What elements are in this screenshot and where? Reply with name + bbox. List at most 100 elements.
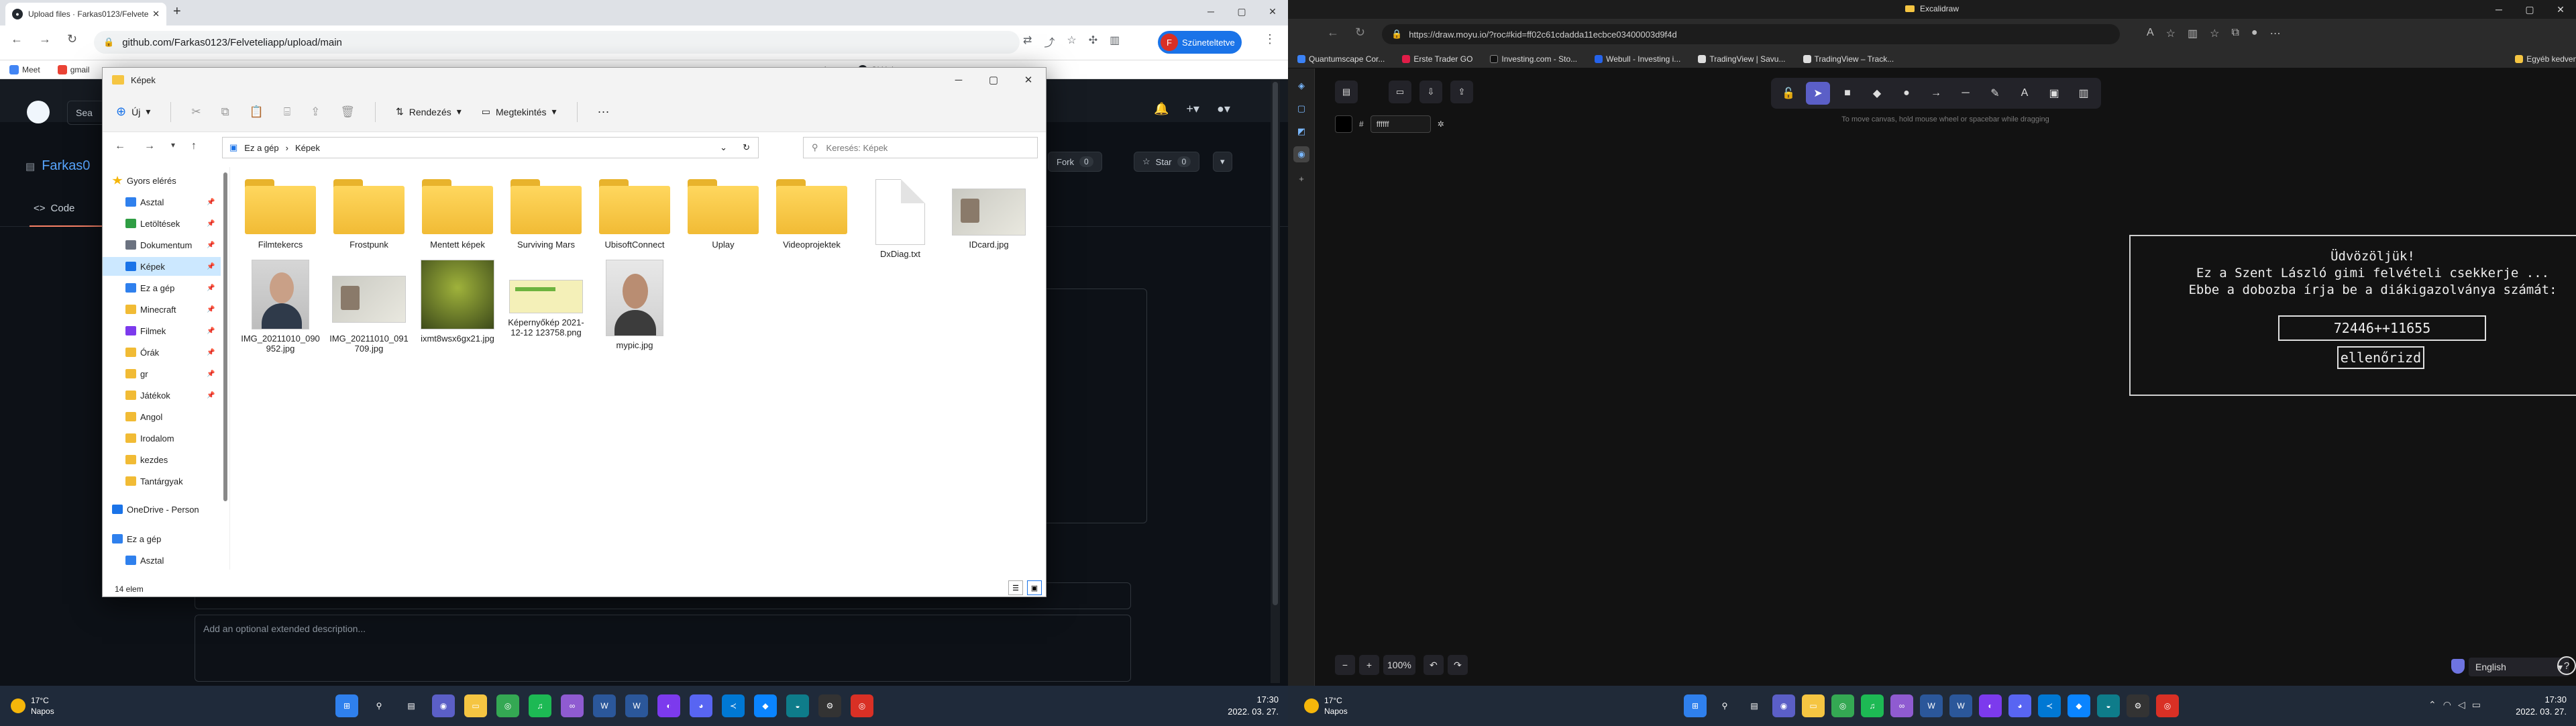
minimize-icon[interactable]: ─ [1195, 0, 1226, 23]
search-icon[interactable]: ⚲ [1713, 694, 1736, 717]
tiles-view-icon[interactable]: ▣ [1027, 580, 1042, 595]
collections-icon[interactable]: ⧉ [2231, 27, 2239, 40]
more-button[interactable]: ··· [598, 105, 610, 119]
sidebar-item[interactable]: Játékok 📌 [103, 386, 221, 405]
star-dropdown[interactable]: ▾ [1213, 152, 1232, 172]
sidebar-item[interactable]: Minecraft 📌 [103, 300, 221, 319]
minimize-icon[interactable]: ─ [2483, 0, 2514, 19]
bookmark-item[interactable]: gmail [57, 64, 89, 74]
lock-tool-icon[interactable]: 🔓 [1776, 82, 1801, 105]
sidebar-item[interactable]: Angol [103, 407, 221, 426]
chrome-icon[interactable]: ◎ [1831, 694, 1854, 717]
pin-icon[interactable]: 📌 [207, 306, 215, 313]
share-icon[interactable]: ⤴ [1044, 34, 1055, 50]
chat-icon[interactable]: ◉ [1772, 694, 1795, 717]
ellipse-tool-icon[interactable]: ● [1894, 82, 1919, 105]
pencil-tool-icon[interactable]: ✎ [1983, 82, 2007, 105]
word-icon[interactable]: W [1920, 694, 1943, 717]
help-icon[interactable]: ? [2557, 656, 2576, 675]
fork-button[interactable]: Fork 0 [1048, 152, 1102, 172]
chrome-profile-icon[interactable]: ◎ [2156, 694, 2179, 717]
view-button[interactable]: ▭ Megtekintés ▾ [482, 106, 557, 117]
sidebar-icon[interactable]: ◉ [1293, 146, 1309, 162]
app-icon[interactable]: ◐ [1979, 694, 2002, 717]
search-icon[interactable]: ⚲ [368, 694, 390, 717]
sidebar-item[interactable]: Ez a gép 📌 [103, 278, 221, 297]
discord-icon[interactable]: ◕ [2008, 694, 2031, 717]
paste-icon[interactable]: 📋 [250, 105, 264, 119]
browser-tab[interactable]: ● Upload files · Farkas0123/Felvetel... … [5, 3, 166, 25]
forward-icon[interactable]: → [144, 140, 155, 152]
checker-frame[interactable]: Üdvözöljük! Ez a Szent László gimi felvé… [2129, 235, 2576, 396]
extensions-icon[interactable]: ✣ [1089, 34, 1097, 50]
forward-icon[interactable]: → [39, 32, 51, 46]
maximize-icon[interactable]: ▢ [2514, 0, 2545, 19]
zoom-in-icon[interactable]: + [1359, 655, 1379, 675]
close-window-icon[interactable]: ✕ [2545, 0, 2576, 19]
profile-icon[interactable]: ● [2251, 27, 2258, 40]
chrome-icon[interactable]: ◎ [496, 694, 519, 717]
vscode-icon[interactable]: ≺ [2038, 694, 2061, 717]
edge-icon[interactable]: ◒ [2097, 694, 2120, 717]
refresh-icon[interactable]: ↻ [743, 142, 750, 153]
pin-icon[interactable]: 📌 [207, 327, 215, 335]
address-bar[interactable]: 🔒 https://draw.moyu.io/?roc#kid=ff02c61c… [1382, 24, 2120, 44]
library-icon[interactable]: ▥ [2072, 82, 2096, 105]
explorer-search[interactable]: ⚲ Keresés: Képek [803, 137, 1038, 158]
app-icon-2[interactable]: ◆ [754, 694, 777, 717]
sidebar-item[interactable]: Asztal [103, 551, 221, 570]
github-search[interactable]: Sea [67, 101, 107, 125]
copy-icon[interactable]: ⧉ [221, 105, 229, 119]
breadcrumb-item[interactable]: Képek [295, 143, 320, 153]
breadcrumb-item[interactable]: Ez a gép [244, 143, 278, 153]
close-tab-icon[interactable]: ✕ [152, 9, 160, 19]
file-item[interactable]: Frostpunk [325, 179, 413, 250]
file-explorer-icon[interactable]: ▭ [464, 694, 487, 717]
scrollbar-thumb[interactable] [1273, 82, 1278, 605]
word-icon-2[interactable]: W [625, 694, 648, 717]
pin-icon[interactable]: 📌 [207, 220, 215, 227]
add-icon[interactable]: + [1293, 170, 1309, 187]
rectangle-tool-icon[interactable]: ■ [1835, 82, 1860, 105]
close-window-icon[interactable]: ✕ [1011, 68, 1046, 92]
word-icon[interactable]: W [593, 694, 616, 717]
cut-icon[interactable]: ✂ [191, 105, 201, 119]
chrome-profile-icon[interactable]: ◎ [851, 694, 873, 717]
favorite-item[interactable]: Quantumscape Cor... [1297, 54, 1385, 64]
settings-icon[interactable]: ⚙ [2127, 694, 2149, 717]
reload-icon[interactable]: ↻ [1355, 25, 1365, 40]
excalidraw-canvas[interactable]: ▤ ▭ ⇩ ⇪ 🔓 ➤ ■ ◆ ● → ─ ✎ A ▣ ▥ To move ca… [1315, 68, 2576, 686]
palette-icon[interactable]: ✲ [1438, 119, 1444, 129]
share-icon[interactable]: ⇪ [311, 105, 320, 119]
new-button[interactable]: ⊕ Új ▾ [116, 105, 150, 119]
file-item[interactable]: Mentett képek [414, 179, 501, 250]
file-item[interactable]: IMG_20211010_091709.jpg [325, 260, 413, 354]
taskbar-clock[interactable]: 17:30 2022. 03. 27. [1228, 694, 1279, 718]
sidebar-item[interactable]: gr 📌 [103, 364, 221, 383]
profile-chip[interactable]: F Szüneteltetve [1158, 31, 1242, 54]
file-item[interactable]: UbisoftConnect [591, 179, 678, 250]
spotify-icon[interactable]: ♫ [529, 694, 551, 717]
sidebar-item[interactable]: Filmek 📌 [103, 321, 221, 340]
reload-icon[interactable]: ↻ [67, 32, 77, 46]
save-icon[interactable]: ⇩ [1419, 81, 1442, 103]
export-icon[interactable]: ⇪ [1450, 81, 1473, 103]
file-item[interactable]: Surviving Mars [502, 179, 590, 250]
file-item[interactable]: Uplay [680, 179, 767, 250]
edge-icon[interactable]: ◒ [786, 694, 809, 717]
open-icon[interactable]: ▭ [1389, 81, 1411, 103]
arrow-tool-icon[interactable]: → [1924, 82, 1948, 105]
details-view-icon[interactable]: ☰ [1008, 580, 1023, 595]
file-explorer-icon[interactable]: ▭ [1802, 694, 1825, 717]
chat-icon[interactable]: ◉ [432, 694, 455, 717]
translate-icon[interactable]: ⇄ [1023, 34, 1032, 50]
plus-icon[interactable]: +▾ [1186, 102, 1199, 116]
split-icon[interactable]: ▥ [2188, 27, 2198, 40]
file-item[interactable]: IMG_20211010_090952.jpg [237, 260, 324, 354]
bell-icon[interactable]: 🔔 [1154, 102, 1169, 116]
favorite-item[interactable]: Erste Trader GO [1402, 54, 1472, 64]
address-bar[interactable]: 🔒 github.com/Farkas0123/Felveteliapp/upl… [94, 31, 1020, 54]
settings-icon[interactable]: ⚙ [818, 694, 841, 717]
pin-icon[interactable]: 📌 [207, 284, 215, 292]
recent-icon[interactable]: ▾ [171, 140, 175, 150]
